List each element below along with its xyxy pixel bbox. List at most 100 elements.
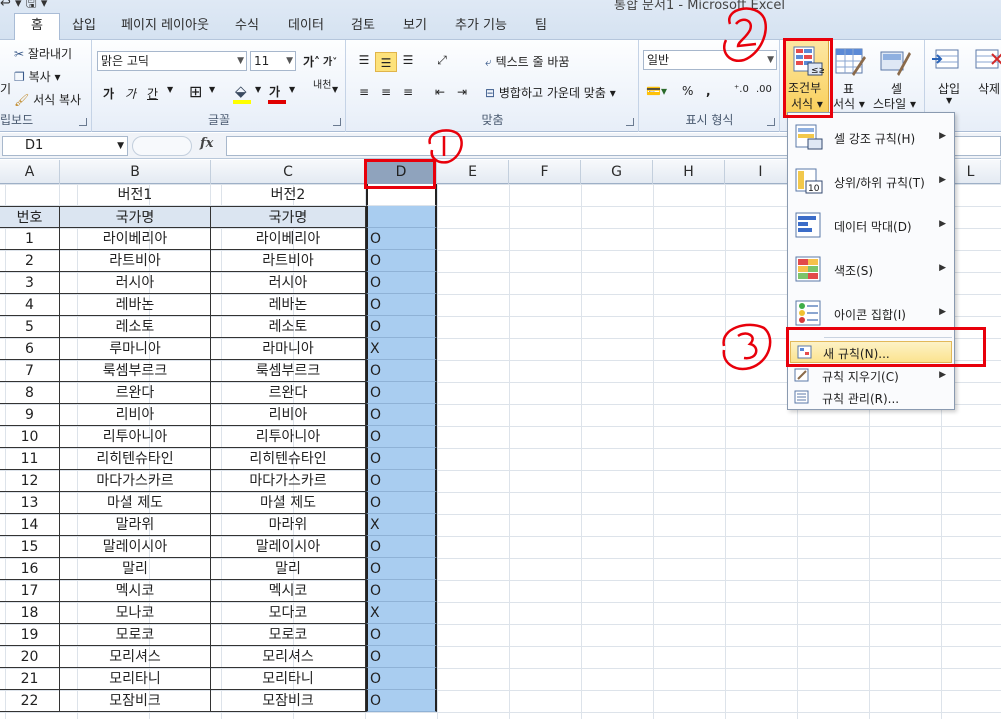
border-icon[interactable]: ⊞ xyxy=(189,82,202,101)
cell-country-v2[interactable]: 레소토 xyxy=(211,316,366,338)
tab-data[interactable]: 데이터 xyxy=(278,14,334,38)
formula-bar-resizer[interactable] xyxy=(132,136,192,156)
cell-match-flag[interactable]: O xyxy=(366,404,437,426)
name-box[interactable]: D1 ▼ xyxy=(2,136,128,156)
align-center-icon[interactable]: ≡ xyxy=(375,82,397,102)
shrink-font-button[interactable]: 가˅ xyxy=(323,53,337,68)
cell-number[interactable]: 15 xyxy=(0,536,60,558)
currency-icon[interactable]: 💳▾ xyxy=(646,84,667,98)
menu-item-top-bottom[interactable]: 10 상위/하위 규칙(T) ▶ xyxy=(788,161,954,201)
cell-country-v2[interactable]: 레바논 xyxy=(211,294,366,316)
cell-country-v1[interactable]: 멕시코 xyxy=(60,580,211,602)
cell-country-v1[interactable]: 모리셔스 xyxy=(60,646,211,668)
cell-country-v2[interactable]: 러시아 xyxy=(211,272,366,294)
cell-number[interactable]: 18 xyxy=(0,602,60,624)
cell-number[interactable]: 19 xyxy=(0,624,60,646)
menu-item-manage-rules[interactable]: 규칙 관리(R)... xyxy=(788,387,954,409)
cell-match-flag[interactable]: O xyxy=(366,558,437,580)
alignment-launcher-icon[interactable] xyxy=(626,118,634,126)
cell-b1[interactable]: 버전1 xyxy=(60,184,211,206)
cell-match-flag[interactable]: O xyxy=(366,690,437,712)
insert-cells-icon[interactable] xyxy=(932,44,964,76)
cell-match-flag[interactable]: O xyxy=(366,668,437,690)
orientation-icon[interactable]: ⤢ xyxy=(431,50,453,70)
cell-match-flag[interactable]: X xyxy=(366,338,437,360)
cell-country-v1[interactable]: 말라위 xyxy=(60,514,211,536)
cell-country-v1[interactable]: 러시아 xyxy=(60,272,211,294)
menu-item-data-bars[interactable]: 데이터 막대(D) ▶ xyxy=(788,205,954,245)
cell-match-flag[interactable]: O xyxy=(366,382,437,404)
cell-match-flag[interactable]: O xyxy=(366,426,437,448)
column-header-b[interactable]: B xyxy=(60,160,211,184)
cell-country-v1[interactable]: 리비아 xyxy=(60,404,211,426)
font-launcher-icon[interactable] xyxy=(333,118,341,126)
cell-match-flag[interactable]: O xyxy=(366,360,437,382)
cell-country-v2[interactable]: 르완다 xyxy=(211,382,366,404)
increase-indent-icon[interactable]: ⇥ xyxy=(451,82,473,102)
underline-dropdown[interactable]: ▼ xyxy=(167,85,173,94)
cell-number[interactable]: 13 xyxy=(0,492,60,514)
cell-number[interactable]: 11 xyxy=(0,448,60,470)
tab-page-layout[interactable]: 페이지 레이아웃 xyxy=(112,14,218,38)
phonetic-button[interactable]: 내천 xyxy=(313,81,331,91)
cell-c1[interactable]: 버전2 xyxy=(211,184,366,206)
cell-number[interactable]: 3 xyxy=(0,272,60,294)
fill-color-icon[interactable]: ⬙ xyxy=(235,82,247,100)
cell-number[interactable]: 1 xyxy=(0,228,60,250)
tab-view[interactable]: 보기 xyxy=(392,14,438,38)
font-name-combo[interactable]: 맑은 고딕 ▼ xyxy=(97,51,247,71)
decrease-indent-icon[interactable]: ⇤ xyxy=(429,82,451,102)
cell-b2[interactable]: 국가명 xyxy=(60,206,211,228)
cell-style-icon[interactable] xyxy=(879,46,911,78)
cell-match-flag[interactable]: O xyxy=(366,624,437,646)
font-color-button[interactable]: 가 xyxy=(269,83,280,100)
cell-country-v2[interactable]: 멕시코 xyxy=(211,580,366,602)
menu-item-color-scales[interactable]: 색조(S) ▶ xyxy=(788,249,954,289)
format-painter-button[interactable]: 🖌 서식 복사 xyxy=(14,91,81,108)
tab-formulas[interactable]: 수식 xyxy=(224,14,270,38)
delete-button[interactable]: 삭제 xyxy=(978,80,1000,97)
cell-number[interactable]: 20 xyxy=(0,646,60,668)
comma-button[interactable]: , xyxy=(706,84,711,98)
cell-country-v2[interactable]: 마다가스카르 xyxy=(211,470,366,492)
increase-decimal-icon[interactable]: ⁺.0 xyxy=(734,84,749,95)
percent-button[interactable]: % xyxy=(682,84,693,98)
cell-number[interactable]: 9 xyxy=(0,404,60,426)
column-header-c[interactable]: C xyxy=(211,160,366,184)
cell-country-v1[interactable]: 마셜 제도 xyxy=(60,492,211,514)
insert-function-button[interactable]: fx xyxy=(200,136,213,151)
cell-country-v2[interactable]: 모리타니 xyxy=(211,668,366,690)
cell-number[interactable]: 4 xyxy=(0,294,60,316)
cell-country-v1[interactable]: 레소토 xyxy=(60,316,211,338)
cell-match-flag[interactable]: X xyxy=(366,602,437,624)
cell-match-flag[interactable]: O xyxy=(366,646,437,668)
cell-match-flag[interactable]: O xyxy=(366,448,437,470)
cell-number[interactable]: 8 xyxy=(0,382,60,404)
cell-country-v2[interactable]: 리비아 xyxy=(211,404,366,426)
cell-country-v2[interactable]: 라이베리아 xyxy=(211,228,366,250)
bold-button[interactable]: 가 xyxy=(103,85,114,102)
cell-number[interactable]: 6 xyxy=(0,338,60,360)
align-middle-icon[interactable]: ☰ xyxy=(375,52,397,72)
clipboard-launcher-icon[interactable] xyxy=(79,118,87,126)
merge-center-button[interactable]: ⊟ 병합하고 가운데 맞춤 ▾ xyxy=(485,84,616,101)
menu-item-clear-rules[interactable]: 규칙 지우기(C) ▶ xyxy=(788,365,954,387)
tab-add-ins[interactable]: 추가 기능 xyxy=(446,14,516,38)
paste-button-edge[interactable]: 기 xyxy=(0,80,11,97)
table-format-label-2[interactable]: 서식 ▾ xyxy=(833,95,865,112)
cell-country-v2[interactable]: 리히텐슈타인 xyxy=(211,448,366,470)
column-header-f[interactable]: F xyxy=(509,160,581,184)
font-size-combo[interactable]: 11 ▼ xyxy=(250,51,296,71)
cell-match-flag[interactable]: O xyxy=(366,536,437,558)
cell-match-flag[interactable]: O xyxy=(366,316,437,338)
cell-c2[interactable]: 국가명 xyxy=(211,206,366,228)
cell-match-flag[interactable]: O xyxy=(366,228,437,250)
cell-country-v2[interactable]: 모로코 xyxy=(211,624,366,646)
cell-country-v1[interactable]: 모나코 xyxy=(60,602,211,624)
phonetic-dropdown[interactable]: ▼ xyxy=(332,85,338,94)
cell-match-flag[interactable]: O xyxy=(366,294,437,316)
cell-number[interactable]: 22 xyxy=(0,690,60,712)
cell-country-v2[interactable]: 모잠비크 xyxy=(211,690,366,712)
tab-home[interactable]: 홈 xyxy=(14,13,60,40)
tab-review[interactable]: 검토 xyxy=(340,14,386,38)
